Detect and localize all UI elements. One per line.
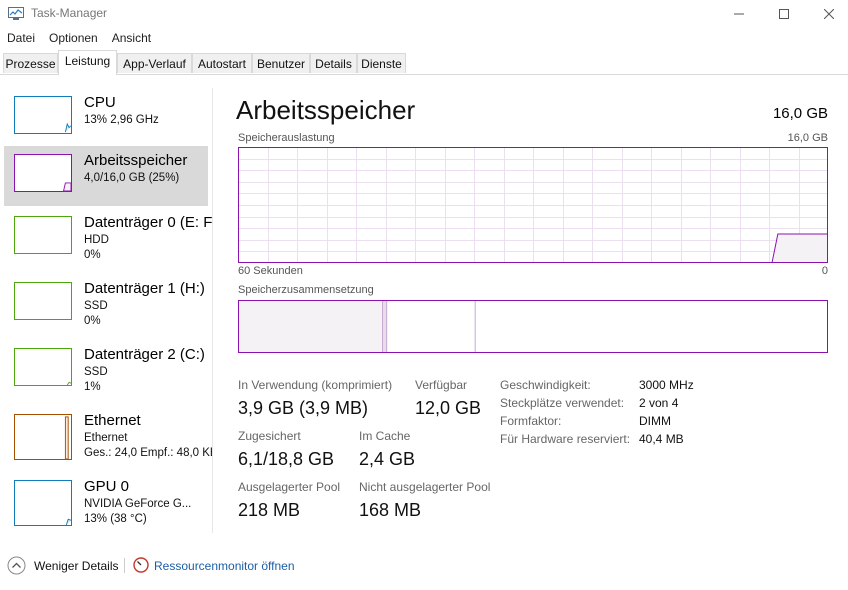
sidebar-item-ethernet[interactable]: Ethernet Ethernet Ges.: 24,0 Empf.: 48,0… bbox=[4, 406, 212, 466]
spec-form-factor-value: DIMM bbox=[639, 414, 671, 428]
sidebar-ethernet-line1: Ethernet bbox=[84, 432, 128, 444]
page-title: Arbeitsspeicher bbox=[236, 95, 416, 125]
stat-cached-label: Im Cache bbox=[359, 429, 411, 443]
sidebar-disk0-title: Datenträger 0 (E: F bbox=[84, 214, 213, 231]
sidebar-cpu-title: CPU bbox=[84, 94, 116, 111]
footer-bar: Weniger Details Ressourcenmonitor öffnen bbox=[0, 553, 848, 579]
tab-prozesse[interactable]: Prozesse bbox=[3, 53, 58, 73]
menu-optionen[interactable]: Optionen bbox=[42, 29, 105, 49]
stat-nonpaged-pool-value: 168 MB bbox=[359, 500, 422, 520]
fewer-details-link[interactable]: Weniger Details bbox=[34, 559, 118, 573]
collapse-chevron-icon[interactable] bbox=[7, 556, 26, 575]
close-icon bbox=[824, 9, 834, 19]
spec-slots-label: Steckplätze verwendet: bbox=[500, 396, 625, 410]
ethernet-thumbnail-bar bbox=[64, 416, 69, 459]
sidebar-cpu-line1: 13% 2,96 GHz bbox=[84, 114, 159, 126]
sidebar-disk0-line2: 0% bbox=[84, 249, 101, 261]
usage-graph-label: Speicherauslastung bbox=[238, 132, 335, 144]
sidebar-memory-title: Arbeitsspeicher bbox=[84, 152, 188, 169]
open-resource-monitor-link[interactable]: Ressourcenmonitor öffnen bbox=[154, 559, 295, 573]
minimize-icon bbox=[734, 13, 744, 15]
tab-strip: Prozesse Leistung App-Verlauf Autostart … bbox=[0, 50, 848, 75]
sidebar-memory-line1: 4,0/16,0 GB (25%) bbox=[84, 172, 180, 184]
usage-graph-max: 16,0 GB bbox=[787, 132, 828, 144]
sidebar-item-cpu[interactable]: CPU 13% 2,96 GHz bbox=[4, 88, 208, 148]
menu-ansicht[interactable]: Ansicht bbox=[105, 29, 158, 49]
usage-graph-area bbox=[771, 234, 828, 263]
cpu-thumbnail-graph bbox=[14, 96, 72, 134]
resource-monitor-icon bbox=[133, 557, 149, 573]
sidebar-disk0-line1: HDD bbox=[84, 234, 109, 246]
gpu-thumbnail-graph bbox=[14, 480, 72, 526]
stat-committed-value: 6,1/18,8 GB bbox=[238, 449, 335, 469]
tab-autostart[interactable]: Autostart bbox=[192, 53, 252, 73]
close-button[interactable] bbox=[806, 0, 848, 28]
spec-reserved-label: Für Hardware reserviert: bbox=[500, 432, 631, 446]
sidebar-gpu-title: GPU 0 bbox=[84, 478, 130, 495]
total-memory: 16,0 GB bbox=[772, 105, 828, 122]
stat-nonpaged-pool-label: Nicht ausgelagerter Pool bbox=[359, 480, 491, 494]
stat-available-label: Verfügbar bbox=[415, 378, 468, 392]
menu-bar: Datei Optionen Ansicht bbox=[0, 29, 158, 49]
sidebar-item-memory[interactable]: Arbeitsspeicher 4,0/16,0 GB (25%) bbox=[4, 146, 208, 206]
ethernet-thumbnail-graph bbox=[14, 414, 72, 460]
usage-graph-x-right: 0 bbox=[821, 265, 828, 277]
gpu-thumbnail-line bbox=[65, 518, 71, 525]
tab-app-verlauf[interactable]: App-Verlauf bbox=[117, 53, 192, 73]
performance-sidebar: CPU 13% 2,96 GHz Arbeitsspeicher 4,0/16,… bbox=[0, 88, 213, 533]
composition-label: Speicherzusammensetzung bbox=[238, 284, 374, 296]
tab-details[interactable]: Details bbox=[310, 53, 357, 73]
sidebar-disk1-title: Datenträger 1 (H:) bbox=[84, 280, 205, 297]
stat-in-use-label: In Verwendung (komprimiert) bbox=[238, 378, 393, 392]
tab-leistung[interactable]: Leistung bbox=[58, 50, 117, 75]
maximize-button[interactable] bbox=[761, 0, 807, 28]
spec-speed-value: 3000 MHz bbox=[639, 378, 694, 392]
stat-in-use-value: 3,9 GB (3,9 MB) bbox=[238, 398, 369, 418]
sidebar-disk1-line1: SSD bbox=[84, 300, 108, 312]
usage-graph-grid bbox=[238, 147, 828, 263]
spec-slots-value: 2 von 4 bbox=[639, 396, 679, 410]
disk2-thumbnail-graph bbox=[14, 348, 72, 386]
sidebar-item-disk2[interactable]: Datenträger 2 (C:) SSD 1% bbox=[4, 340, 208, 400]
sidebar-gpu-line2: 13% (38 °C) bbox=[84, 513, 147, 525]
sidebar-disk2-title: Datenträger 2 (C:) bbox=[84, 346, 205, 363]
stat-cached-value: 2,4 GB bbox=[359, 449, 416, 469]
memory-thumbnail-graph bbox=[14, 154, 72, 192]
composition-modified[interactable] bbox=[382, 300, 387, 353]
sidebar-gpu-line1: NVIDIA GeForce G... bbox=[84, 498, 192, 510]
disk1-thumbnail-graph bbox=[14, 282, 72, 320]
sidebar-disk1-line2: 0% bbox=[84, 315, 101, 327]
sidebar-item-gpu[interactable]: GPU 0 NVIDIA GeForce G... 13% (38 °C) bbox=[4, 472, 208, 532]
task-manager-icon bbox=[8, 7, 24, 20]
sidebar-disk2-line2: 1% bbox=[84, 381, 101, 393]
usage-graph-x-left: 60 Sekunden bbox=[238, 265, 303, 277]
sidebar-disk2-line1: SSD bbox=[84, 366, 108, 378]
cpu-thumbnail-line bbox=[64, 122, 71, 133]
window-title: Task-Manager bbox=[31, 6, 108, 20]
tab-benutzer[interactable]: Benutzer bbox=[252, 53, 310, 73]
memory-thumbnail-fill bbox=[63, 182, 71, 191]
stat-paged-pool-label: Ausgelagerter Pool bbox=[238, 480, 341, 494]
sidebar-item-disk0[interactable]: Datenträger 0 (E: F HDD 0% bbox=[4, 208, 212, 268]
minimize-button[interactable] bbox=[716, 0, 762, 28]
disk2-thumbnail-line bbox=[66, 381, 71, 385]
memory-usage-graph bbox=[238, 147, 828, 263]
sidebar-ethernet-line2: Ges.: 24,0 Empf.: 48,0 KB bbox=[84, 447, 213, 459]
menu-datei[interactable]: Datei bbox=[0, 29, 42, 49]
stat-paged-pool-value: 218 MB bbox=[238, 500, 301, 520]
spec-reserved-value: 40,4 MB bbox=[639, 432, 684, 446]
stat-committed-label: Zugesichert bbox=[238, 429, 301, 443]
spec-form-factor-label: Formfaktor: bbox=[500, 414, 562, 428]
title-bar: Task-Manager bbox=[0, 0, 848, 28]
memory-composition-bar bbox=[238, 300, 828, 353]
tab-dienste[interactable]: Dienste bbox=[357, 53, 406, 73]
sidebar-ethernet-title: Ethernet bbox=[84, 412, 141, 429]
disk0-thumbnail-graph bbox=[14, 216, 72, 254]
spec-speed-label: Geschwindigkeit: bbox=[500, 378, 591, 392]
maximize-icon bbox=[779, 9, 789, 19]
composition-in-use[interactable] bbox=[238, 300, 383, 353]
stat-available-value: 12,0 GB bbox=[415, 398, 482, 418]
footer-divider bbox=[124, 558, 125, 573]
sidebar-item-disk1[interactable]: Datenträger 1 (H:) SSD 0% bbox=[4, 274, 208, 334]
